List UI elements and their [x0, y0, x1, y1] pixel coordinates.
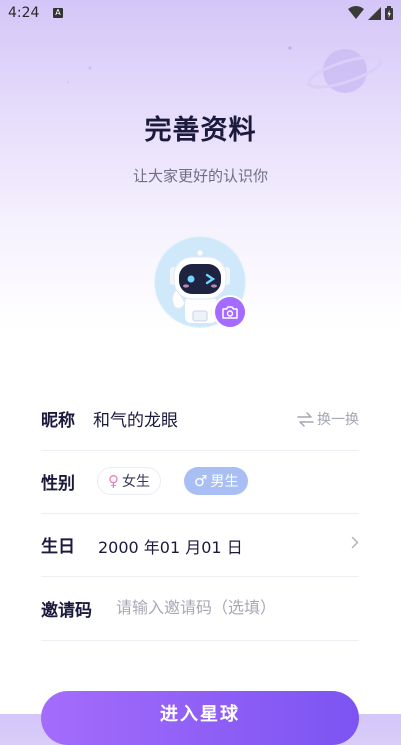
- status-time: 4:24: [8, 5, 40, 21]
- female-symbol-icon: ♀: [108, 472, 119, 490]
- gender-female-option[interactable]: ♀ 女生: [97, 467, 161, 495]
- nickname-row: 昵称 和气的龙眼 换一换: [41, 386, 359, 451]
- nickname-label: 昵称: [41, 411, 75, 431]
- gender-male-label: 男生: [210, 474, 239, 490]
- nickname-value[interactable]: 和气的龙眼: [93, 406, 178, 431]
- page-subtitle: 让大家更好的认识你: [132, 167, 268, 185]
- star-decoration: [288, 46, 292, 50]
- invite-code-input[interactable]: [116, 592, 356, 622]
- gender-row: 性别 ♀ 女生 ♂ 男生: [41, 449, 359, 514]
- battery-icon: [385, 6, 393, 20]
- status-bar: 4:24 A: [0, 0, 401, 28]
- signal-icon: [368, 6, 381, 20]
- gender-label: 性别: [41, 474, 75, 494]
- birthday-label: 生日: [41, 537, 75, 557]
- enter-planet-button[interactable]: 进入星球: [41, 691, 359, 745]
- male-symbol-icon: ♂: [194, 472, 208, 490]
- gender-male-option[interactable]: ♂ 男生: [184, 467, 249, 495]
- birthday-value[interactable]: 2000 年01 月01 日: [98, 534, 243, 558]
- camera-button[interactable]: [215, 297, 245, 327]
- planet-decoration: [307, 49, 383, 93]
- wifi-icon: [348, 6, 364, 19]
- birthday-row[interactable]: 生日 2000 年01 月01 日: [41, 512, 359, 577]
- sparkle-decoration: [66, 66, 92, 84]
- gender-female-label: 女生: [122, 474, 150, 490]
- notification-a-icon: A: [53, 8, 63, 18]
- swap-nickname-button[interactable]: 换一换: [297, 409, 359, 429]
- page-title: 完善资料: [144, 115, 257, 146]
- invite-label: 邀请码: [41, 601, 92, 621]
- invite-row: 邀请码: [41, 576, 359, 641]
- chevron-right-icon[interactable]: [351, 536, 359, 549]
- camera-icon: [222, 306, 238, 319]
- swap-nickname-label: 换一换: [317, 412, 359, 428]
- status-icons: [348, 6, 393, 20]
- avatar-picker[interactable]: [154, 236, 246, 328]
- swap-arrows-icon: [297, 411, 314, 427]
